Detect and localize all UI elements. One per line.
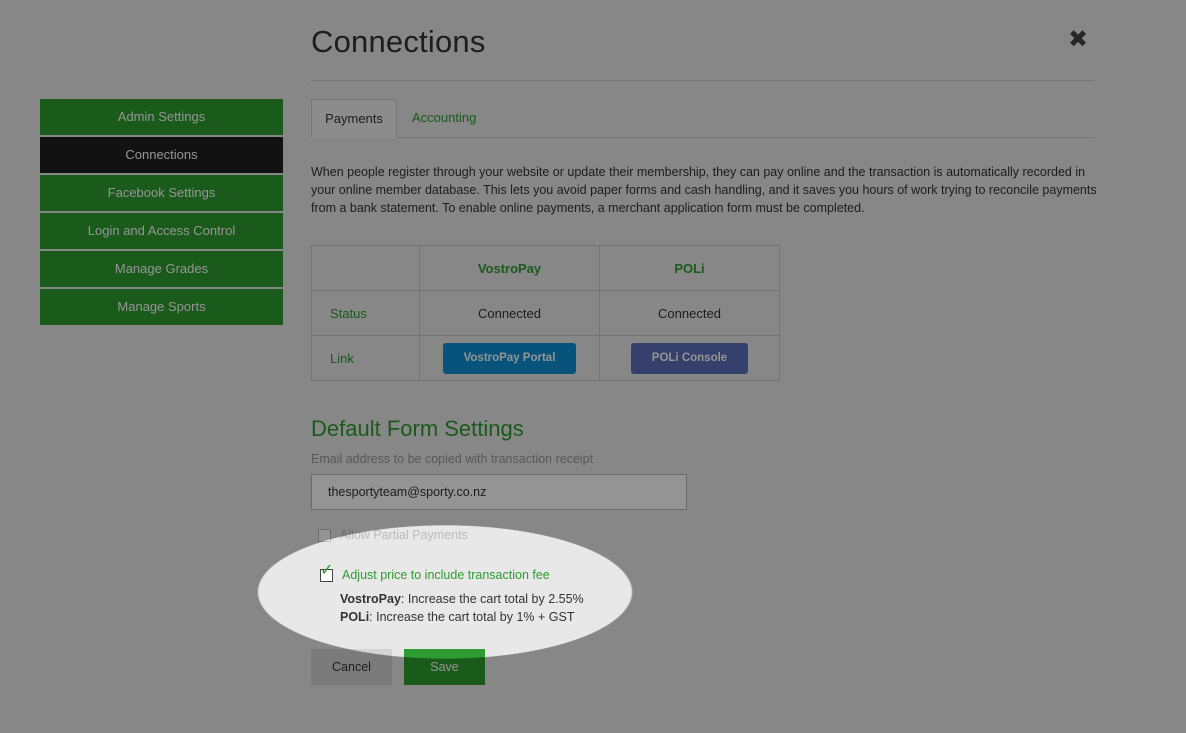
table-header-poli: POLi bbox=[599, 245, 780, 291]
tab-accounting[interactable]: Accounting bbox=[412, 99, 476, 136]
row-label-status: Status bbox=[311, 290, 420, 336]
sidebar-item-manage-grades[interactable]: Manage Grades bbox=[40, 251, 283, 287]
table-row-link: Link VostroPay Portal POLi Console bbox=[311, 335, 780, 381]
sidebar-item-facebook-settings[interactable]: Facebook Settings bbox=[40, 175, 283, 211]
vostropay-fee-text: : Increase the cart total by 2.55% bbox=[400, 592, 584, 606]
save-button[interactable]: Save bbox=[404, 649, 485, 685]
vostropay-fee-name: VostroPay bbox=[340, 592, 401, 606]
email-field[interactable] bbox=[311, 474, 687, 510]
vostropay-link-cell: VostroPay Portal bbox=[419, 335, 600, 381]
table-header-empty bbox=[311, 245, 420, 291]
vostropay-status: Connected bbox=[419, 290, 600, 336]
sidebar-item-connections[interactable]: Connections bbox=[40, 137, 283, 173]
poli-fee-line: POLi: Increase the cart total by 1% + GS… bbox=[340, 610, 574, 624]
tab-payments[interactable]: Payments bbox=[311, 99, 397, 138]
close-icon[interactable]: ✖ bbox=[1066, 28, 1090, 52]
poli-status: Connected bbox=[599, 290, 780, 336]
poli-fee-text: : Increase the cart total by 1% + GST bbox=[369, 610, 575, 624]
poli-link-cell: POLi Console bbox=[599, 335, 780, 381]
adjust-fee-checkbox[interactable]: ✓ bbox=[320, 562, 333, 582]
cancel-button[interactable]: Cancel bbox=[311, 649, 392, 685]
title-divider bbox=[311, 80, 1094, 81]
email-field-label: Email address to be copied with transact… bbox=[311, 452, 594, 466]
adjust-fee-row: ✓ Adjust price to include transaction fe… bbox=[320, 562, 550, 582]
checkmark-icon: ✓ bbox=[320, 561, 334, 579]
payment-providers-table: VostroPay POLi Status Connected Connecte… bbox=[311, 245, 780, 381]
poli-fee-name: POLi bbox=[340, 610, 370, 624]
allow-partial-payments-row: Allow Partial Payments bbox=[318, 528, 468, 542]
allow-partial-payments-label: Allow Partial Payments bbox=[340, 528, 468, 542]
page-title: Connections bbox=[311, 24, 486, 59]
default-form-settings-heading: Default Form Settings bbox=[311, 416, 524, 441]
sidebar-item-login-access-control[interactable]: Login and Access Control bbox=[40, 213, 283, 249]
sidebar-item-manage-sports[interactable]: Manage Sports bbox=[40, 289, 283, 325]
poli-console-button[interactable]: POLi Console bbox=[630, 342, 749, 374]
settings-sidebar: Admin Settings Connections Facebook Sett… bbox=[40, 99, 283, 327]
tab-bar: Payments Accounting bbox=[311, 99, 1094, 138]
table-header-vostropay: VostroPay bbox=[419, 245, 600, 291]
vostropay-fee-line: VostroPay: Increase the cart total by 2.… bbox=[340, 592, 584, 606]
table-header-row: VostroPay POLi bbox=[311, 245, 780, 291]
payments-intro-text: When people register through your websit… bbox=[311, 165, 1097, 215]
row-label-link: Link bbox=[311, 335, 420, 381]
sidebar-item-admin-settings[interactable]: Admin Settings bbox=[40, 99, 283, 135]
adjust-fee-label: Adjust price to include transaction fee bbox=[342, 568, 550, 582]
vostropay-portal-button[interactable]: VostroPay Portal bbox=[442, 342, 577, 374]
table-row-status: Status Connected Connected bbox=[311, 290, 780, 336]
allow-partial-payments-checkbox[interactable] bbox=[318, 528, 331, 542]
